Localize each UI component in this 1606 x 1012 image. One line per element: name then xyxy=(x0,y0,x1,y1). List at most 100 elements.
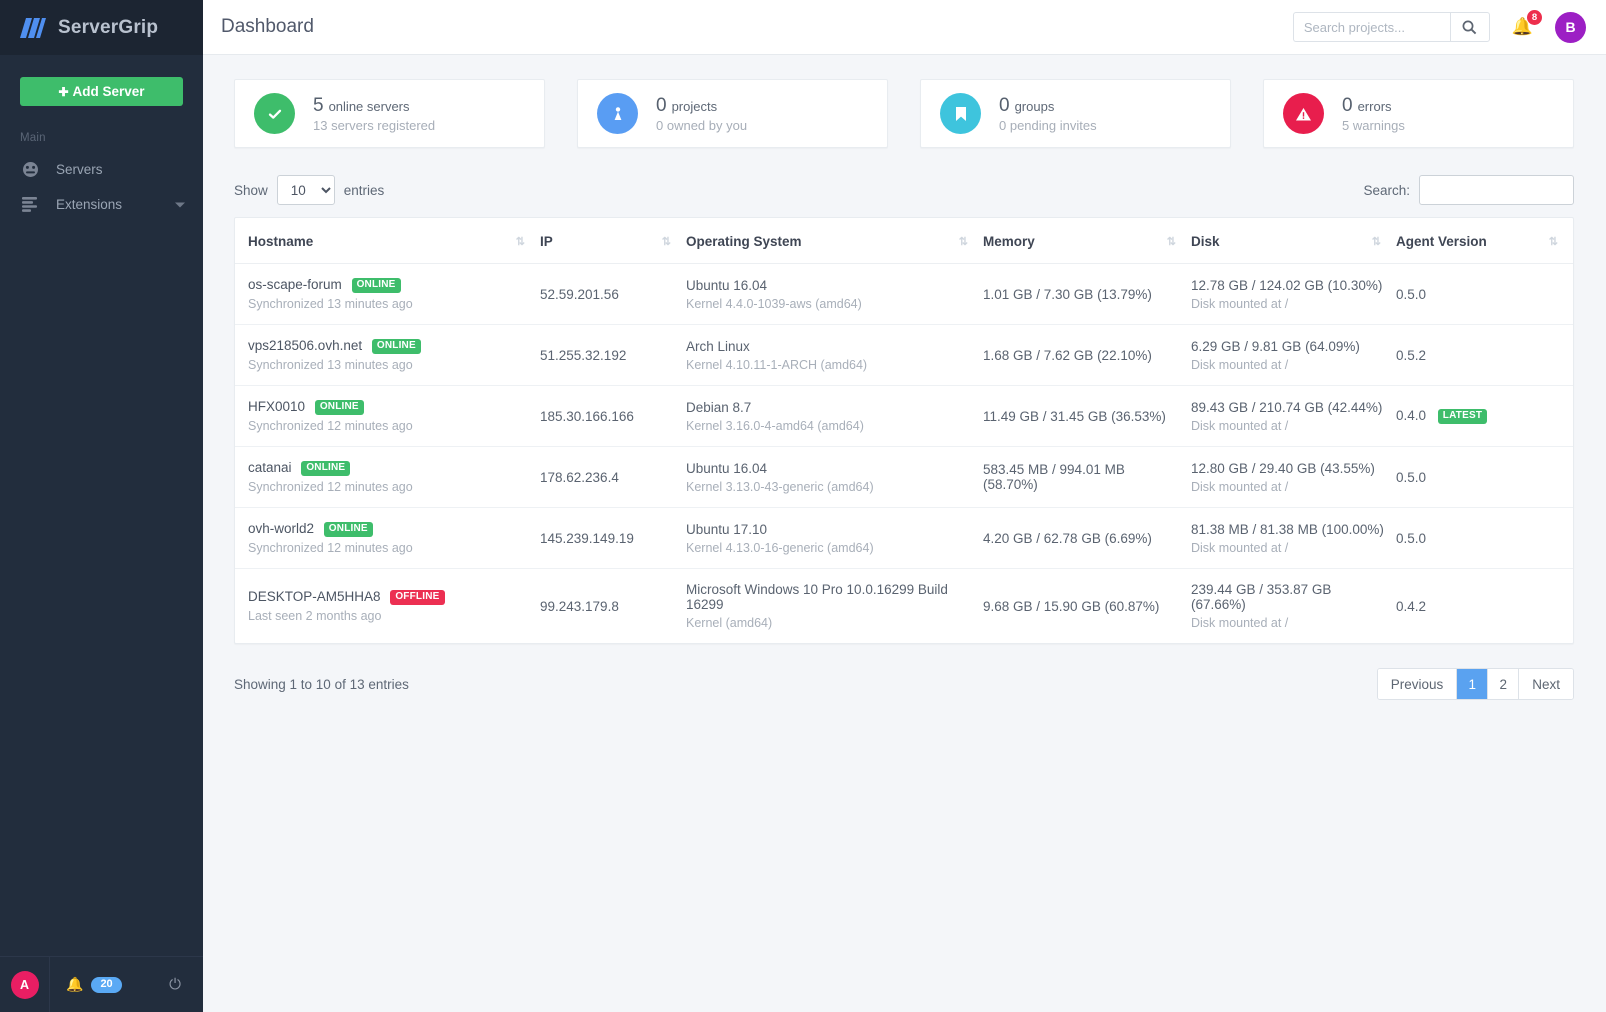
disk-usage: 6.29 GB / 9.81 GB (64.09%) xyxy=(1191,338,1360,354)
column-header-operating-system[interactable]: Operating System ⇅ xyxy=(686,218,983,264)
table-row[interactable]: vps218506.ovh.net ONLINE Synchronized 13… xyxy=(235,324,1573,386)
hostname-line: HFX0010 ONLINE xyxy=(248,399,530,415)
stat-card-headline: 0 errors xyxy=(1342,95,1405,117)
table-row[interactable]: HFX0010 ONLINE Synchronized 12 minutes a… xyxy=(235,385,1573,447)
column-label: IP xyxy=(540,234,553,249)
sort-updown-icon[interactable]: ⇅ xyxy=(662,235,671,248)
stat-card-subtext: 0 pending invites xyxy=(999,117,1097,133)
hostname-subtext: Synchronized 12 minutes ago xyxy=(248,541,413,555)
status-badge: ONLINE xyxy=(323,522,373,537)
notification-count-badge: 20 xyxy=(91,976,122,993)
cell-ip: 52.59.201.56 xyxy=(540,263,686,325)
sort-updown-icon[interactable]: ⇅ xyxy=(1549,235,1558,248)
column-label: Agent Version xyxy=(1396,234,1487,249)
cell-disk: 12.78 GB / 124.02 GB (10.30%) Disk mount… xyxy=(1191,263,1396,325)
pagination-page-1[interactable]: 1 xyxy=(1457,669,1489,699)
pagination: Previous 1 2 Next xyxy=(1376,668,1574,700)
pagination-previous[interactable]: Previous xyxy=(1377,669,1458,699)
table-info: Showing 1 to 10 of 13 entries xyxy=(234,676,409,692)
sidebar-item-servers[interactable]: Servers xyxy=(0,152,203,187)
stat-card-errors: 0 errors 5 warnings xyxy=(1263,79,1574,148)
disk-mount: Disk mounted at / xyxy=(1191,418,1289,433)
stat-card-text: 0 groups 0 pending invites xyxy=(999,95,1097,133)
table-head: Hostname ⇅ IP ⇅ Operating System ⇅ Memor… xyxy=(235,218,1573,264)
pagination-next[interactable]: Next xyxy=(1519,669,1573,699)
disk-usage: 12.78 GB / 124.02 GB (10.30%) xyxy=(1191,277,1383,293)
stat-card-headline: 0 groups xyxy=(999,95,1097,117)
layers-list-icon xyxy=(22,197,44,212)
notifications-button[interactable]: 🔔 8 xyxy=(1510,10,1542,39)
brand-name: ServerGrip xyxy=(58,16,159,38)
stat-card-text: 0 projects 0 owned by you xyxy=(656,95,747,133)
stat-card-unit: online servers xyxy=(328,98,410,114)
os-kernel: Kernel 3.16.0-4-amd64 (amd64) xyxy=(686,418,864,433)
cell-agent-version: 0.5.2 xyxy=(1396,324,1573,386)
cell-hostname: vps218506.ovh.net ONLINE Synchronized 13… xyxy=(235,324,540,386)
sort-updown-icon[interactable]: ⇅ xyxy=(516,235,525,248)
column-header-agent-version[interactable]: Agent Version ⇅ xyxy=(1396,218,1573,264)
table-row[interactable]: catanai ONLINE Synchronized 12 minutes a… xyxy=(235,446,1573,508)
status-badge: ONLINE xyxy=(301,461,351,476)
cell-ip: 145.239.149.19 xyxy=(540,507,686,569)
sidebar: ServerGrip ✚ Add Server Main Servers Ext… xyxy=(0,0,203,1012)
brand[interactable]: ServerGrip xyxy=(0,0,203,55)
diagonal-stripes-logo-icon xyxy=(20,17,46,38)
sidebar-item-extensions[interactable]: Extensions xyxy=(0,187,203,222)
sort-updown-icon[interactable]: ⇅ xyxy=(1372,235,1381,248)
table-search-label: Search: xyxy=(1363,182,1410,198)
table-search-input[interactable] xyxy=(1419,175,1574,205)
cell-disk: 81.38 MB / 81.38 MB (100.00%) Disk mount… xyxy=(1191,507,1396,569)
search-input[interactable] xyxy=(1292,12,1450,42)
column-header-ip[interactable]: IP ⇅ xyxy=(540,218,686,264)
add-server-label: Add Server xyxy=(72,84,145,99)
hostname-line: vps218506.ovh.net ONLINE xyxy=(248,338,530,354)
hostname-subtext: Synchronized 12 minutes ago xyxy=(248,480,413,494)
search-button[interactable] xyxy=(1449,12,1490,42)
hostname-subtext: Last seen 2 months ago xyxy=(248,609,382,623)
bell-icon: 🔔 xyxy=(66,976,84,992)
avatar[interactable]: B xyxy=(1555,11,1586,43)
sort-updown-icon[interactable]: ⇅ xyxy=(959,235,968,248)
servers-table: Hostname ⇅ IP ⇅ Operating System ⇅ Memor… xyxy=(235,218,1573,643)
project-pin-icon xyxy=(597,93,638,134)
table-row[interactable]: ovh-world2 ONLINE Synchronized 12 minute… xyxy=(235,507,1573,569)
cell-hostname: HFX0010 ONLINE Synchronized 12 minutes a… xyxy=(235,385,540,447)
stat-card-online-servers: 5 online servers 13 servers registered xyxy=(234,79,545,148)
os-kernel: Kernel (amd64) xyxy=(686,616,773,630)
sidebar-footer-avatar-cell[interactable]: A xyxy=(0,957,50,1012)
cell-memory: 1.01 GB / 7.30 GB (13.79%) xyxy=(983,263,1191,325)
stat-card-subtext: 0 owned by you xyxy=(656,117,748,133)
page-length-select[interactable]: 10 25 50 100 xyxy=(276,175,335,205)
table-footer: Showing 1 to 10 of 13 entries Previous 1… xyxy=(234,668,1574,724)
pagination-page-2[interactable]: 2 xyxy=(1488,669,1520,699)
stat-card-text: 0 errors 5 warnings xyxy=(1342,95,1405,133)
column-header-disk[interactable]: Disk ⇅ xyxy=(1191,218,1396,264)
cell-ip: 51.255.32.192 xyxy=(540,324,686,386)
disk-usage: 89.43 GB / 210.74 GB (42.44%) xyxy=(1191,399,1383,415)
stat-card-text: 5 online servers 13 servers registered xyxy=(313,95,435,133)
os-name: Debian 8.7 xyxy=(686,399,752,415)
disk-mount: Disk mounted at / xyxy=(1191,540,1289,555)
cell-agent-version: 0.4.0 LATEST xyxy=(1396,385,1573,447)
sort-updown-icon[interactable]: ⇅ xyxy=(1167,235,1176,248)
servers-table-wrapper: Hostname ⇅ IP ⇅ Operating System ⇅ Memor… xyxy=(234,217,1574,644)
cell-memory: 9.68 GB / 15.90 GB (60.87%) xyxy=(983,598,1160,614)
table-row[interactable]: DESKTOP-AM5HHA8 OFFLINE Last seen 2 mont… xyxy=(235,569,1573,644)
add-server-button[interactable]: ✚ Add Server xyxy=(20,77,183,106)
column-header-hostname[interactable]: Hostname ⇅ xyxy=(235,218,540,264)
power-icon[interactable]: ⏻ xyxy=(147,976,203,993)
avatar[interactable]: A xyxy=(10,970,39,999)
topbar-right: 🔔 8 B xyxy=(1292,10,1586,43)
stat-card-number: 5 xyxy=(313,94,324,116)
table-row[interactable]: os-scape-forum ONLINE Synchronized 13 mi… xyxy=(235,263,1573,325)
cell-operating-system: Debian 8.7 Kernel 3.16.0-4-amd64 (amd64) xyxy=(686,385,983,447)
disk-usage: 239.44 GB / 353.87 GB (67.66%) xyxy=(1191,582,1332,612)
sidebar-footer-notifications[interactable]: 🔔 20 xyxy=(50,957,147,1012)
column-header-memory[interactable]: Memory ⇅ xyxy=(983,218,1191,264)
sidebar-item-label: Extensions xyxy=(56,197,123,212)
os-name: Ubuntu 17.10 xyxy=(686,521,768,537)
cell-hostname: os-scape-forum ONLINE Synchronized 13 mi… xyxy=(235,263,540,325)
disk-mount: Disk mounted at / xyxy=(1191,357,1289,372)
cell-disk: 6.29 GB / 9.81 GB (64.09%) Disk mounted … xyxy=(1191,324,1396,386)
hostname-text: ovh-world2 xyxy=(248,521,315,536)
